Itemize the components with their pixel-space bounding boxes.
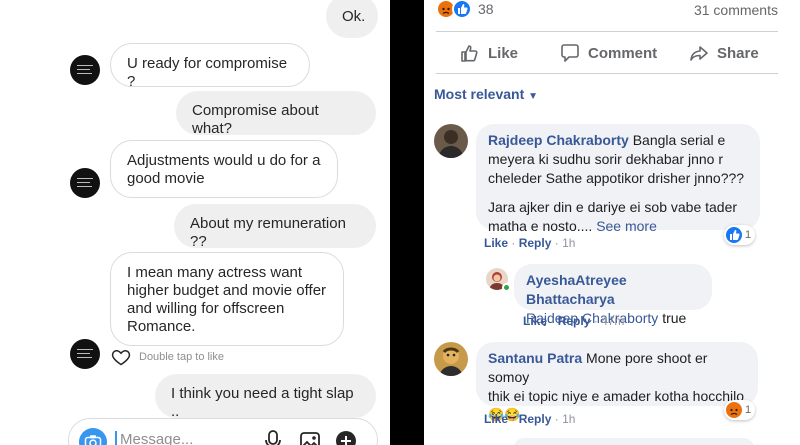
divider — [436, 73, 778, 74]
comment-bubble — [514, 438, 754, 445]
comment-actions: Like · Reply · 47m — [523, 314, 624, 328]
reaction-count: 38 — [478, 1, 494, 17]
message-received[interactable]: Adjustments would u do for a good movie — [110, 140, 338, 198]
message-input[interactable] — [115, 431, 255, 445]
comment-bubble: Rajdeep Chakraborty Bangla serial e meye… — [476, 124, 760, 234]
commenter-name[interactable]: Santanu Patra — [488, 350, 582, 366]
sort-label: Most relevant — [434, 86, 525, 102]
thumbs-up-icon — [461, 45, 478, 62]
message-sent[interactable]: Ok. — [326, 0, 378, 38]
comment-continued: Jara ajker din e dariye ei sob vabe tade… — [488, 198, 748, 236]
comment-reply-link[interactable]: Reply — [558, 314, 591, 328]
separator: · — [593, 314, 598, 328]
like-reaction-icon — [452, 0, 472, 19]
separator: · — [511, 236, 516, 250]
comment-count-link[interactable]: 31 comments — [694, 2, 778, 18]
comment-body: Santanu Patra Mone pore shoot er somoy — [488, 349, 746, 387]
separator: · — [550, 314, 555, 328]
message-text: About my remuneration ?? — [190, 215, 346, 250]
message-text: U ready for compromise ? — [127, 55, 288, 90]
comment-timestamp[interactable]: 47m — [601, 314, 624, 328]
add-icon[interactable] — [335, 430, 357, 445]
message-sent[interactable]: About my remuneration ?? — [174, 204, 376, 250]
avatar[interactable] — [70, 55, 100, 85]
share-button[interactable]: Share — [689, 41, 759, 65]
separator: · — [554, 412, 559, 426]
instagram-dm-panel: Ok. U ready for compromise ? Compromise … — [0, 0, 390, 445]
comment-sort-dropdown[interactable]: Most relevant ▼ — [434, 86, 538, 102]
avatar[interactable] — [70, 339, 100, 369]
camera-icon — [84, 435, 102, 445]
reaction-number: 1 — [745, 404, 752, 416]
like-reaction-icon — [726, 227, 742, 243]
comment-reply-link[interactable]: Reply — [519, 236, 552, 250]
comment-reaction-count[interactable]: 1 — [724, 400, 756, 420]
comment-like-link[interactable]: Like — [523, 314, 547, 328]
reaction-number: 1 — [745, 229, 752, 241]
comment-reaction-count[interactable]: 1 — [724, 225, 756, 245]
separator: · — [554, 236, 559, 250]
message-text: Ok. — [342, 8, 366, 25]
message-sent[interactable]: I think you need a tight slap .. — [155, 374, 376, 420]
camera-button[interactable] — [79, 428, 107, 445]
divider — [436, 31, 778, 32]
comment-actions: Like · Reply · 1h — [484, 412, 575, 426]
separator: · — [511, 412, 516, 426]
message-received[interactable]: I mean many actress want higher budget a… — [110, 252, 344, 346]
message-text: I mean many actress want higher budget a… — [127, 264, 327, 335]
comment-label: Comment — [588, 44, 658, 62]
angry-reaction-icon — [726, 402, 742, 418]
commenter-avatar[interactable] — [434, 342, 468, 376]
share-label: Share — [717, 44, 759, 62]
like-label: Like — [488, 44, 519, 62]
comment-like-link[interactable]: Like — [484, 412, 508, 426]
comment-continued: thik ei topic niye e amader kotha hocchi… — [488, 387, 746, 406]
heart-icon[interactable] — [111, 347, 131, 367]
comment-text: thik ei topic niye e amader kotha hocchi… — [488, 388, 745, 404]
online-status-dot — [502, 283, 511, 292]
commenter-avatar[interactable] — [434, 124, 468, 158]
double-tap-hint: Double tap to like — [139, 351, 224, 363]
comment-text: true — [662, 310, 687, 326]
avatar[interactable] — [70, 168, 100, 198]
comment-timestamp[interactable]: 1h — [562, 236, 575, 250]
message-sent[interactable]: Compromise about what? — [176, 91, 376, 137]
comment-bubble: Santanu Patra Mone pore shoot er somoy t… — [476, 342, 758, 422]
see-more-link[interactable]: See more — [596, 218, 657, 234]
facebook-comments-panel: 38 31 comments Like Comment Share Most r… — [424, 0, 800, 445]
comment-like-link[interactable]: Like — [484, 236, 508, 250]
comment-reply-link[interactable]: Reply — [519, 412, 552, 426]
microphone-icon[interactable] — [263, 430, 283, 445]
comment-actions: Like · Reply · 1h — [484, 236, 575, 250]
commenter-name[interactable]: Rajdeep Chakraborty — [488, 132, 629, 148]
comment-button[interactable]: Comment — [560, 41, 657, 65]
reply-bubble: AyeshaAtreyee Bhattacharya Rajdeep Chakr… — [514, 264, 712, 326]
commenter-name[interactable]: AyeshaAtreyee Bhattacharya — [526, 271, 700, 309]
caret-down-icon: ▼ — [528, 91, 539, 102]
message-composer — [68, 418, 378, 445]
speech-bubble-icon — [561, 44, 579, 62]
gallery-icon[interactable] — [299, 430, 321, 445]
comment-body: Rajdeep Chakraborty Bangla serial e meye… — [488, 131, 748, 188]
like-button[interactable]: Like — [460, 41, 518, 65]
share-arrow-icon — [690, 46, 708, 61]
message-received[interactable]: U ready for compromise ? — [110, 43, 310, 90]
message-text: Adjustments would u do for a good movie — [127, 152, 321, 187]
message-text: Compromise about what? — [192, 102, 319, 137]
comment-timestamp[interactable]: 1h — [562, 412, 575, 426]
message-text: I think you need a tight slap .. — [171, 385, 354, 420]
